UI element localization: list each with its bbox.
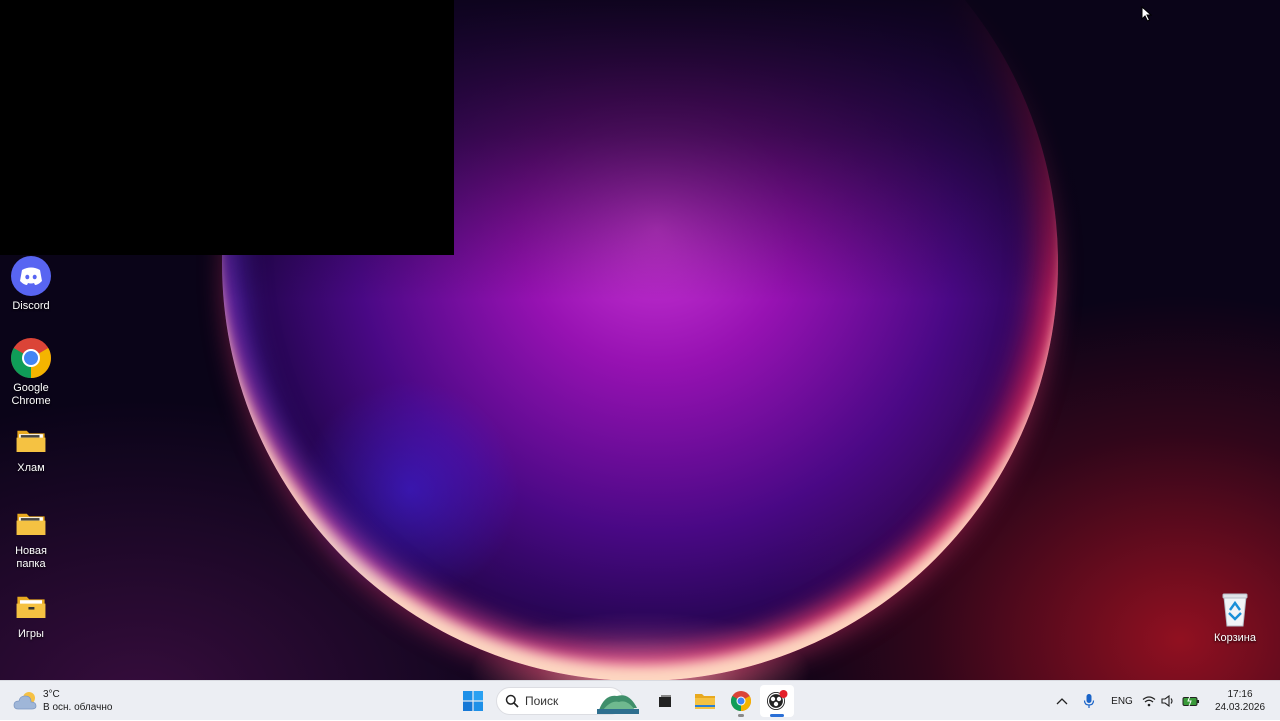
chrome-icon	[731, 691, 751, 711]
desktop-icon-discord[interactable]: Discord	[0, 256, 62, 313]
search-icon	[505, 694, 519, 708]
system-tray: ENG 17:16 24.03.2026	[1050, 681, 1280, 721]
folder-icon	[16, 430, 46, 453]
wifi-button[interactable]	[1140, 681, 1158, 721]
recycle-bin-icon	[1222, 593, 1248, 627]
desktop-icon-folder-games[interactable]: Игры	[0, 590, 62, 641]
active-indicator	[770, 714, 784, 717]
volume-button[interactable]	[1158, 681, 1178, 721]
desktop-icon-label: Корзина	[1214, 632, 1256, 644]
weather-condition: В осн. облачно	[43, 702, 113, 713]
clock-date: 24.03.2026	[1214, 702, 1266, 713]
microphone-button[interactable]	[1074, 681, 1104, 721]
speaker-icon	[1161, 695, 1173, 707]
taskbar-search[interactable]: Поиск	[496, 687, 639, 715]
black-window[interactable]	[0, 0, 454, 255]
taskbar-center: Поиск	[456, 685, 794, 717]
cloudy-weather-icon	[13, 692, 37, 710]
desktop-icon-label: Новая папка	[15, 545, 47, 570]
windows-start-icon	[463, 691, 483, 711]
taskbar: 3°C В осн. облачно Поиск ENG 17:16 24.03…	[0, 680, 1280, 720]
chrome-taskbar-button[interactable]	[724, 685, 758, 717]
running-indicator	[738, 714, 744, 717]
battery-charging-icon	[1182, 695, 1199, 707]
wifi-icon	[1142, 696, 1156, 707]
start-button[interactable]	[456, 685, 490, 717]
file-explorer-button[interactable]	[688, 685, 722, 717]
chevron-up-icon	[1056, 698, 1068, 705]
desktop-icon-folder-junk[interactable]: Хлам	[0, 424, 62, 475]
search-placeholder: Поиск	[525, 694, 559, 708]
task-view-button[interactable]	[648, 685, 682, 717]
clock[interactable]: 17:16 24.03.2026	[1208, 681, 1272, 721]
chrome-icon	[11, 338, 51, 378]
desktop-icon-label: Google Chrome	[11, 382, 51, 407]
microphone-icon	[1083, 694, 1095, 708]
show-hidden-icons-button[interactable]	[1050, 681, 1074, 721]
obs-icon	[767, 690, 788, 710]
language-indicator[interactable]: ENG	[1104, 681, 1140, 721]
wallpaper-glow	[300, 380, 520, 600]
clock-time: 17:16	[1227, 689, 1253, 700]
desktop-icon-folder-new[interactable]: Новая папка	[0, 507, 62, 571]
weather-widget[interactable]: 3°C В осн. облачно	[12, 686, 112, 716]
weather-temperature: 3°C	[43, 689, 60, 700]
desktop-icon-label: Хлам	[17, 462, 45, 474]
search-highlight-icon	[597, 695, 639, 714]
desktop-icon-label: Discord	[12, 300, 50, 312]
obs-taskbar-button[interactable]	[760, 685, 794, 717]
folder-icon	[695, 694, 715, 709]
desktop-icon-recycle-bin[interactable]: Корзина	[1204, 588, 1266, 645]
mouse-cursor-icon	[1141, 6, 1153, 22]
battery-button[interactable]	[1178, 681, 1204, 721]
folder-icon	[16, 513, 46, 536]
task-view-icon	[659, 695, 671, 707]
desktop-icon-google-chrome[interactable]: Google Chrome	[0, 338, 62, 408]
desktop-icon-label: Игры	[18, 628, 44, 640]
discord-icon	[11, 256, 51, 296]
folder-icon	[16, 596, 46, 619]
